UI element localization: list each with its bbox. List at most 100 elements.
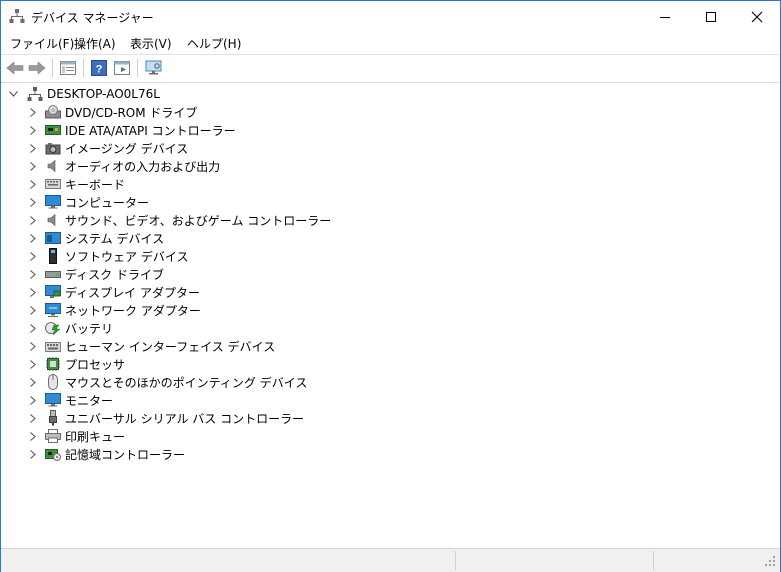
help-button[interactable]: ?	[88, 58, 110, 78]
ide-controller-icon	[44, 122, 61, 138]
device-category-row[interactable]: ユニバーサル シリアル バス コントローラー	[26, 409, 304, 427]
device-category-label: ディスプレイ アダプター	[65, 285, 200, 300]
device-category-row[interactable]: 印刷キュー	[26, 427, 125, 445]
speaker-icon	[44, 158, 61, 174]
computer-icon	[44, 194, 61, 210]
close-button[interactable]	[734, 1, 780, 32]
menu-view[interactable]: 表示(V)	[130, 35, 172, 52]
dvd-drive-icon	[44, 104, 61, 120]
expand-chevron-icon[interactable]	[26, 337, 40, 355]
device-category-row[interactable]: モニター	[26, 391, 113, 409]
device-category-row[interactable]: オーディオの入力および出力	[26, 157, 220, 175]
expand-chevron-icon[interactable]	[26, 157, 40, 175]
status-divider	[653, 551, 654, 570]
system-device-icon	[44, 230, 61, 246]
device-category-label: コンピューター	[65, 195, 150, 210]
expand-chevron-icon[interactable]	[26, 229, 40, 247]
expand-chevron-icon[interactable]	[26, 247, 40, 265]
expand-chevron-icon[interactable]	[26, 103, 40, 121]
device-category-label: バッテリ	[65, 321, 114, 336]
minimize-button[interactable]	[642, 1, 688, 32]
expand-chevron-icon[interactable]	[26, 427, 40, 445]
status-divider	[455, 551, 456, 570]
device-category-row[interactable]: ネットワーク アダプター	[26, 301, 201, 319]
device-category-row[interactable]: マウスとそのほかのポインティング デバイス	[26, 373, 307, 391]
update-driver-button[interactable]	[111, 58, 133, 78]
menu-action[interactable]: 操作(A)	[74, 35, 116, 52]
device-category-row[interactable]: バッテリ	[26, 319, 113, 337]
device-category-row[interactable]: ヒューマン インターフェイス デバイス	[26, 337, 275, 355]
toolbar: ?	[1, 54, 780, 83]
title-bar[interactable]: デバイス マネージャー	[1, 1, 780, 32]
printer-icon	[44, 428, 61, 444]
expand-chevron-icon[interactable]	[26, 373, 40, 391]
sound-icon	[44, 212, 61, 228]
maximize-button[interactable]	[688, 1, 734, 32]
tree-root-computer[interactable]: DESKTOP-AO0L76L	[6, 85, 160, 103]
device-category-row[interactable]: プロセッサ	[26, 355, 125, 373]
device-category-row[interactable]: イメージング デバイス	[26, 139, 188, 157]
scan-hardware-icon	[145, 60, 162, 75]
expand-chevron-icon[interactable]	[26, 355, 40, 373]
computer-tree-icon	[26, 86, 43, 102]
mouse-icon	[44, 374, 61, 390]
collapse-chevron-icon[interactable]	[6, 85, 20, 103]
menu-bar: ファイル(F) 操作(A) 表示(V) ヘルプ(H)	[1, 32, 780, 53]
properties-icon	[60, 61, 76, 75]
device-category-label: ディスク ドライブ	[65, 267, 164, 282]
computer-name: DESKTOP-AO0L76L	[47, 87, 160, 101]
close-icon	[751, 11, 763, 22]
expand-chevron-icon[interactable]	[26, 301, 40, 319]
device-category-row[interactable]: DVD/CD-ROM ドライブ	[26, 103, 197, 121]
expand-chevron-icon[interactable]	[26, 193, 40, 211]
network-adapter-icon	[44, 302, 61, 318]
device-category-label: IDE ATA/ATAPI コントローラー	[65, 123, 236, 138]
status-bar	[1, 548, 780, 572]
expand-chevron-icon[interactable]	[26, 175, 40, 193]
device-manager-app-icon[interactable]	[9, 8, 25, 24]
device-category-row[interactable]: コンピューター	[26, 193, 149, 211]
menu-file[interactable]: ファイル(F)	[10, 35, 74, 52]
expand-chevron-icon[interactable]	[26, 121, 40, 139]
device-category-row[interactable]: システム デバイス	[26, 229, 164, 247]
maximize-icon	[706, 11, 716, 22]
usb-icon	[44, 410, 61, 426]
expand-chevron-icon[interactable]	[26, 319, 40, 337]
back-arrow-icon	[6, 61, 24, 75]
menu-help[interactable]: ヘルプ(H)	[187, 35, 241, 52]
resize-grip-icon[interactable]	[764, 555, 776, 567]
expand-chevron-icon[interactable]	[26, 409, 40, 427]
device-category-row[interactable]: 記憶域コントローラー	[26, 445, 185, 463]
update-driver-icon	[114, 61, 130, 75]
display-adapter-icon	[44, 284, 61, 300]
device-category-row[interactable]: ソフトウェア デバイス	[26, 247, 188, 265]
device-manager-window: デバイス マネージャー ファイル(F) 操作(A) 表示(V) ヘルプ(H) ?…	[0, 0, 781, 572]
minimize-icon	[660, 16, 670, 18]
battery-icon	[44, 320, 61, 336]
device-category-label: システム デバイス	[65, 231, 165, 246]
expand-chevron-icon[interactable]	[26, 265, 40, 283]
device-category-row[interactable]: サウンド、ビデオ、およびゲーム コントローラー	[26, 211, 331, 229]
disk-drive-icon	[44, 266, 61, 282]
device-category-row[interactable]: ディスプレイ アダプター	[26, 283, 200, 301]
imaging-device-icon	[44, 140, 61, 156]
expand-chevron-icon[interactable]	[26, 283, 40, 301]
device-category-row[interactable]: IDE ATA/ATAPI コントローラー	[26, 121, 236, 139]
properties-button[interactable]	[57, 58, 79, 78]
expand-chevron-icon[interactable]	[26, 391, 40, 409]
device-category-label: キーボード	[65, 177, 126, 192]
device-category-label: オーディオの入力および出力	[65, 159, 221, 174]
scan-hardware-button[interactable]	[143, 58, 165, 78]
forward-button[interactable]	[26, 58, 48, 78]
hid-icon	[44, 338, 61, 354]
device-category-label: 記憶域コントローラー	[65, 447, 186, 462]
back-button[interactable]	[4, 58, 26, 78]
processor-icon	[44, 356, 61, 372]
device-category-row[interactable]: キーボード	[26, 175, 125, 193]
expand-chevron-icon[interactable]	[26, 211, 40, 229]
expand-chevron-icon[interactable]	[26, 445, 40, 463]
toolbar-separator	[83, 59, 84, 77]
keyboard-icon	[44, 176, 61, 192]
device-category-row[interactable]: ディスク ドライブ	[26, 265, 164, 283]
expand-chevron-icon[interactable]	[26, 139, 40, 157]
